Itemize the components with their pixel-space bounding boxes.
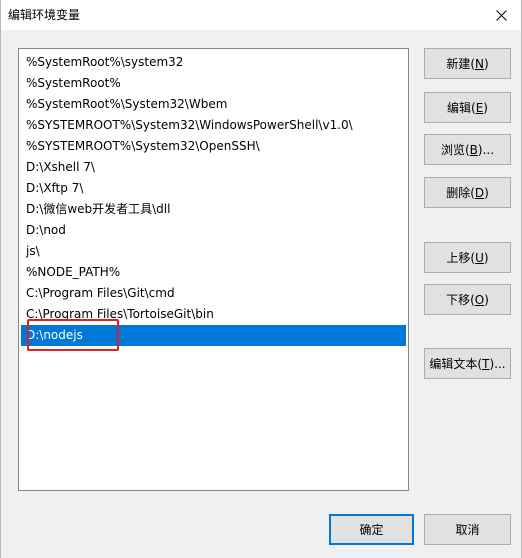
cancel-button-label: 取消 — [455, 523, 480, 537]
list-item[interactable]: js\ — [21, 241, 406, 262]
move-up-button[interactable]: 上移(U) — [424, 242, 511, 273]
new-button[interactable]: 新建(N) — [424, 48, 511, 79]
new-button-key: N — [475, 56, 484, 71]
edit-env-var-dialog: 编辑环境变量 %SystemRoot%\system32 %SystemRoot%… — [0, 0, 522, 558]
list-item[interactable]: %SYSTEMROOT%\System32\WindowsPowerShell\… — [21, 115, 406, 136]
close-icon — [495, 9, 507, 21]
close-button[interactable] — [481, 0, 521, 30]
ok-button[interactable]: 确定 — [329, 514, 414, 545]
edit-button[interactable]: 编辑(E) — [424, 92, 511, 123]
list-item[interactable]: %SystemRoot%\system32 — [21, 52, 406, 73]
list-item[interactable]: %NODE_PATH% — [21, 262, 406, 283]
edit-button-suffix: ) — [483, 100, 488, 115]
new-button-suffix: ) — [483, 56, 489, 71]
list-item[interactable]: C:\Program Files\TortoiseGit\bin — [21, 304, 406, 325]
list-item[interactable]: D:\nod — [21, 220, 406, 241]
move-down-button-key: O — [474, 292, 485, 307]
list-item[interactable]: C:\Program Files\Git\cmd — [21, 283, 406, 304]
move-down-button-label: 下移( — [446, 293, 475, 307]
delete-button-label: 删除( — [446, 186, 475, 200]
browse-button-key: B — [469, 142, 478, 157]
move-down-button-suffix: ) — [484, 292, 489, 307]
move-up-button-label: 上移( — [446, 251, 476, 265]
edit-text-button-key: T — [482, 356, 490, 371]
move-up-button-suffix: ) — [483, 250, 489, 265]
delete-button-suffix: ) — [484, 185, 489, 200]
list-item[interactable]: %SYSTEMROOT%\System32\OpenSSH\ — [21, 136, 406, 157]
browse-button-suffix: )... — [477, 142, 495, 157]
list-item[interactable]: D:\nodejs — [21, 325, 406, 346]
edit-text-button-label: 编辑文本( — [429, 357, 483, 371]
delete-button-key: D — [474, 185, 485, 200]
list-item[interactable]: D:\Xftp 7\ — [21, 178, 406, 199]
title-bar: 编辑环境变量 — [1, 0, 521, 30]
cancel-button[interactable]: 取消 — [424, 514, 511, 545]
edit-button-key: E — [475, 100, 484, 115]
edit-text-button-suffix: )... — [489, 356, 506, 371]
move-down-button[interactable]: 下移(O) — [424, 284, 511, 315]
edit-button-label: 编辑( — [447, 101, 476, 115]
list-item[interactable]: %SystemRoot% — [21, 73, 406, 94]
move-up-button-key: U — [475, 250, 484, 265]
browse-button-label: 浏览( — [440, 143, 470, 157]
window-title: 编辑环境变量 — [8, 8, 81, 22]
edit-text-button[interactable]: 编辑文本(T)... — [424, 348, 511, 379]
path-list[interactable]: %SystemRoot%\system32 %SystemRoot% %System… — [18, 48, 409, 491]
list-item[interactable]: %SystemRoot%\System32\Wbem — [21, 94, 406, 115]
browse-button[interactable]: 浏览(B)... — [424, 134, 511, 165]
ok-button-label: 确定 — [359, 523, 384, 537]
new-button-label: 新建( — [446, 57, 475, 71]
delete-button[interactable]: 删除(D) — [424, 177, 511, 208]
list-item[interactable]: D:\Xshell 7\ — [21, 157, 406, 178]
list-item[interactable]: D:\微信web开发者工具\dll — [21, 199, 406, 220]
